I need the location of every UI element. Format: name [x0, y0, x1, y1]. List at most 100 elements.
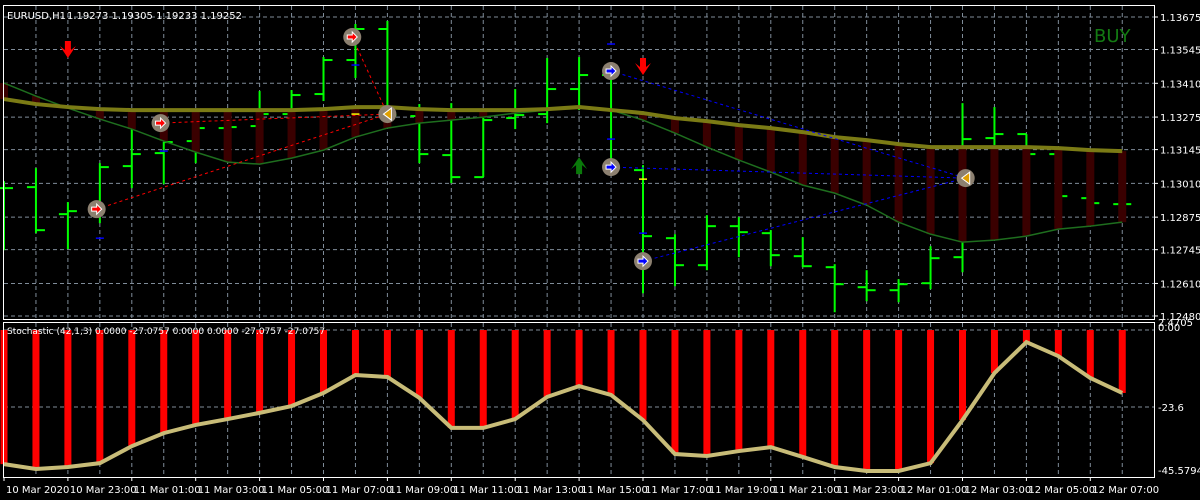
stochastic-bar — [351, 330, 359, 376]
price-axis-label: 1.13145 — [1160, 146, 1200, 157]
stochastic-axis-label: 0.00 — [1158, 323, 1180, 334]
ohlc-label: 1.19273 1.19305 1.19233 1.19252 — [67, 11, 242, 22]
buy-signal-label: BUY — [1094, 26, 1132, 47]
time-axis-label: 11 Mar 21:00 — [773, 485, 840, 496]
symbol-label: EURUSD,H1 — [7, 11, 66, 22]
time-axis-label: 10 Mar 2020 — [6, 485, 69, 496]
stochastic-bar — [607, 330, 615, 395]
signal-link-line — [611, 166, 966, 179]
time-axis-label: 12 Mar 03:00 — [965, 485, 1032, 496]
chart-window[interactable]: 1.13675 1.13545 1.13410 1.13275 1.13145 1.130… — [0, 0, 1200, 500]
stochastic-bar — [671, 330, 679, 454]
indicator-lines — [3, 82, 1123, 243]
signal-link-line — [96, 113, 388, 210]
histogram-bar — [766, 128, 775, 173]
time-axis-label: 11 Mar 07:00 — [326, 485, 393, 496]
stochastic-bar — [447, 330, 455, 428]
stochastic-bar — [224, 330, 232, 420]
histogram-bar — [798, 132, 807, 186]
time-axis-label: 11 Mar 15:00 — [581, 485, 648, 496]
arrow-down-icon — [635, 58, 651, 76]
time-axis-label: 11 Mar 23:00 — [837, 485, 904, 496]
stochastic-bar — [735, 330, 743, 452]
histogram-bar — [702, 121, 711, 148]
stochastic-bar — [1086, 330, 1094, 378]
stochastic-panel — [0, 330, 1126, 473]
histogram-bar — [1118, 151, 1127, 223]
time-axis-label: 11 Mar 19:00 — [709, 485, 776, 496]
signal-link-line — [610, 70, 966, 179]
histogram-bar — [926, 147, 935, 235]
time-axis-label: 11 Mar 05:00 — [262, 485, 329, 496]
stochastic-bar — [959, 330, 966, 421]
histogram-bar — [894, 144, 903, 223]
price-axis-label: 1.13675 — [1160, 13, 1200, 24]
histogram-bar — [1022, 147, 1031, 237]
stochastic-bar — [895, 330, 903, 471]
stochastic-axis-label: -45.5794 — [1158, 466, 1200, 477]
time-axis-label: 11 Mar 03:00 — [198, 485, 265, 496]
stochastic-bar — [511, 330, 519, 420]
price-axis-label: 1.13545 — [1160, 46, 1200, 57]
time-axis-label: 11 Mar 01:00 — [134, 485, 201, 496]
stochastic-bar — [543, 330, 551, 397]
histogram-bar — [830, 137, 839, 194]
price-axis-label: 1.13410 — [1160, 79, 1200, 90]
time-axis-label: 11 Mar 17:00 — [645, 485, 712, 496]
stochastic-bar — [863, 330, 871, 471]
stochastic-bar — [96, 330, 104, 464]
price-axis-label: 1.12610 — [1160, 279, 1200, 290]
stochastic-line — [3, 339, 1124, 473]
histogram-bar — [127, 110, 136, 130]
stochastic-bar — [1118, 330, 1126, 393]
stochastic-bar — [256, 330, 264, 413]
time-axis-label: 12 Mar 05:00 — [1028, 485, 1095, 496]
stochastic-bar — [192, 330, 200, 425]
stochastic-bar — [32, 330, 40, 470]
time-axis-label: 11 Mar 09:00 — [389, 485, 456, 496]
histogram-bar — [191, 110, 200, 153]
price-axis-label: 1.12745 — [1160, 246, 1200, 257]
signal-link-line — [642, 177, 966, 262]
stochastic-bar — [288, 330, 296, 407]
histogram-bar — [958, 147, 967, 243]
histogram-bar — [862, 140, 871, 206]
time-axis-label: 10 Mar 23:00 — [70, 485, 137, 496]
stochastic-bar — [799, 330, 807, 457]
histogram-bar — [415, 109, 424, 124]
signal-link-line — [351, 36, 388, 115]
histogram-bar — [319, 109, 328, 151]
time-axis-label: 11 Mar 13:00 — [517, 485, 584, 496]
stochastic-bar — [575, 330, 583, 387]
stochastic-bar — [927, 330, 935, 464]
time-axis-label: 11 Mar 11:00 — [453, 485, 520, 496]
histogram-bar — [223, 110, 232, 163]
stochastic-bar — [831, 330, 839, 468]
histogram-bar — [255, 110, 264, 165]
histogram-bar — [734, 125, 743, 161]
stochastic-bar — [160, 330, 168, 434]
histogram-bar — [990, 147, 999, 241]
time-axis-label: 12 Mar 07:00 — [1092, 485, 1159, 496]
stochastic-label: Stochastic (42,1,3) 0.0000 -27.0757 0.00… — [7, 327, 325, 337]
stochastic-bar — [64, 330, 72, 468]
histogram-bar — [1054, 148, 1063, 230]
arrow-down-icon — [59, 41, 76, 59]
stochastic-bar — [383, 330, 391, 377]
stochastic-bar — [703, 330, 711, 456]
stochastic-bar — [128, 330, 136, 447]
price-axis-label: 1.12875 — [1160, 213, 1200, 224]
stochastic-axis-label: -23.6 — [1158, 403, 1184, 414]
arrow-up-icon — [571, 157, 588, 175]
stochastic-bar — [415, 330, 423, 398]
price-axis-label: 1.13010 — [1160, 179, 1200, 190]
stochastic-bar — [1054, 330, 1062, 357]
time-axis-label: 12 Mar 01:00 — [901, 485, 968, 496]
stochastic-bar — [639, 330, 647, 421]
stochastic-bar — [320, 330, 327, 393]
axes: 1.13675 1.13545 1.13410 1.13275 1.13145 1.130… — [3, 13, 1200, 496]
stochastic-bar — [767, 330, 775, 448]
stochastic-bar — [990, 330, 998, 374]
histogram-bar — [351, 107, 360, 138]
stochastic-bar — [479, 330, 487, 428]
